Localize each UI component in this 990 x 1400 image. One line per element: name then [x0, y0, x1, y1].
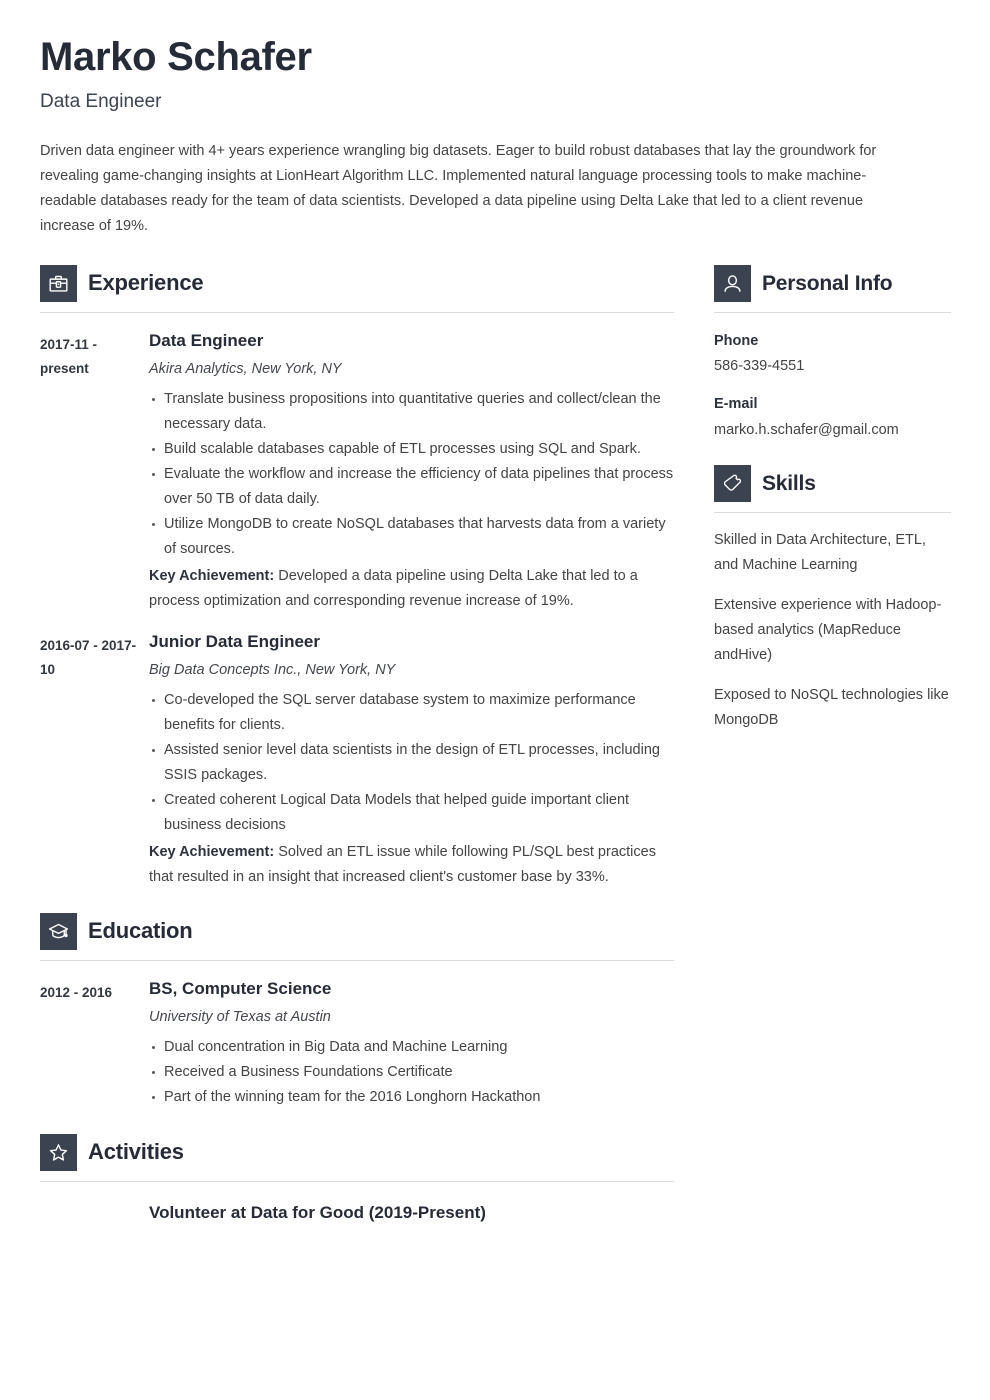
bullet-item: Build scalable databases capable of ETL … [149, 437, 674, 462]
experience-entry: 2016-07 - 2017-10 Junior Data Engineer B… [40, 631, 674, 890]
education-section-header: Education [40, 912, 674, 950]
entry-dates: 2016-07 - 2017-10 [40, 637, 137, 677]
bullet-item: Part of the winning team for the 2016 Lo… [149, 1085, 674, 1110]
experience-divider [40, 311, 674, 313]
puzzle-piece-icon [714, 464, 751, 502]
entry-title: BS, Computer Science [149, 978, 332, 998]
bullet-item: Translate business propositions into qua… [149, 387, 674, 437]
section-activities: Activities Volunteer at Data for Good (2… [40, 1133, 674, 1224]
key-achievement: Key Achievement: Solved an ETL issue whi… [149, 840, 674, 890]
bullet-item: Evaluate the workflow and increase the e… [149, 462, 674, 512]
skill-item: Extensive experience with Hadoop-based a… [714, 596, 942, 663]
main-column: Experience 2017-11 - present Data Engine… [40, 264, 674, 1224]
personal-info-divider [714, 311, 951, 313]
personal-info-section-header: Personal Info [714, 264, 951, 302]
activities-section-header: Activities [40, 1133, 674, 1171]
key-achievement-label: Key Achievement: [149, 843, 275, 860]
info-value-email: marko.h.schafer@gmail.com [714, 421, 899, 438]
resume-header: Marko Schafer Data Engineer Driven data … [40, 0, 950, 239]
professional-summary: Driven data engineer with 4+ years exper… [40, 142, 877, 234]
key-achievement-label: Key Achievement: [149, 567, 275, 584]
star-icon [40, 1133, 77, 1171]
graduation-cap-icon [40, 912, 77, 950]
experience-entry: 2017-11 - present Data Engineer Akira An… [40, 330, 674, 614]
bullet-item: Dual concentration in Big Data and Machi… [149, 1035, 674, 1060]
entry-body: Junior Data Engineer Big Data Concepts I… [149, 631, 674, 890]
section-personal-info: Personal Info Phone 586-339-4551 E-mail … [714, 264, 951, 440]
info-value-phone: 586-339-4551 [714, 357, 805, 374]
entry-subtitle: University of Texas at Austin [149, 1009, 331, 1026]
entry-subtitle: Big Data Concepts Inc., New York, NY [149, 662, 396, 679]
experience-section-title: Experience [88, 270, 204, 296]
entry-bullet-list: Dual concentration in Big Data and Machi… [149, 1035, 674, 1110]
info-label-email: E-mail [714, 396, 758, 413]
key-achievement: Key Achievement: Developed a data pipeli… [149, 564, 674, 614]
entry-dates: 2017-11 - present [40, 336, 98, 376]
candidate-name: Marko Schafer [40, 35, 312, 79]
personal-info-section-title: Personal Info [762, 271, 893, 295]
activities-section-title: Activities [88, 1139, 184, 1165]
resume-columns: Experience 2017-11 - present Data Engine… [40, 264, 951, 1224]
section-skills: Skills Skilled in Data Architecture, ETL… [714, 464, 951, 733]
info-label-phone: Phone [714, 332, 759, 349]
education-divider [40, 959, 674, 961]
entry-bullet-list: Translate business propositions into qua… [149, 387, 674, 562]
skills-divider [714, 511, 951, 513]
section-experience: Experience 2017-11 - present Data Engine… [40, 264, 674, 890]
entry-title: Data Engineer [149, 330, 264, 350]
briefcase-icon [40, 264, 77, 302]
entry-subtitle: Akira Analytics, New York, NY [149, 360, 342, 377]
person-icon [714, 264, 751, 302]
activity-item: Volunteer at Data for Good (2019-Present… [149, 1202, 486, 1222]
skill-item: Skilled in Data Architecture, ETL, and M… [714, 531, 926, 573]
aside-column: Personal Info Phone 586-339-4551 E-mail … [714, 264, 951, 733]
bullet-item: Received a Business Foundations Certific… [149, 1060, 674, 1085]
skill-item: Exposed to NoSQL technologies like Mongo… [714, 686, 949, 728]
skills-section-header: Skills [714, 464, 951, 502]
bullet-item: Utilize MongoDB to create NoSQL database… [149, 512, 674, 562]
entry-bullet-list: Co-developed the SQL server database sys… [149, 688, 674, 838]
bullet-item: Assisted senior level data scientists in… [149, 738, 674, 788]
entry-body: BS, Computer Science University of Texas… [149, 978, 674, 1110]
resume-page: Marko Schafer Data Engineer Driven data … [0, 0, 990, 1400]
education-section-title: Education [88, 918, 193, 944]
skills-section-title: Skills [762, 471, 816, 495]
experience-section-header: Experience [40, 264, 674, 302]
bullet-item: Created coherent Logical Data Models tha… [149, 788, 674, 838]
entry-body: Data Engineer Akira Analytics, New York,… [149, 330, 674, 614]
entry-dates: 2012 - 2016 [40, 984, 113, 1000]
education-entry: 2012 - 2016 BS, Computer Science Univers… [40, 978, 674, 1110]
section-education: Education 2012 - 2016 BS, Computer Scien… [40, 912, 674, 1110]
bullet-item: Co-developed the SQL server database sys… [149, 688, 674, 738]
candidate-job-title: Data Engineer [40, 91, 162, 112]
activities-divider [40, 1180, 674, 1182]
entry-title: Junior Data Engineer [149, 631, 320, 651]
